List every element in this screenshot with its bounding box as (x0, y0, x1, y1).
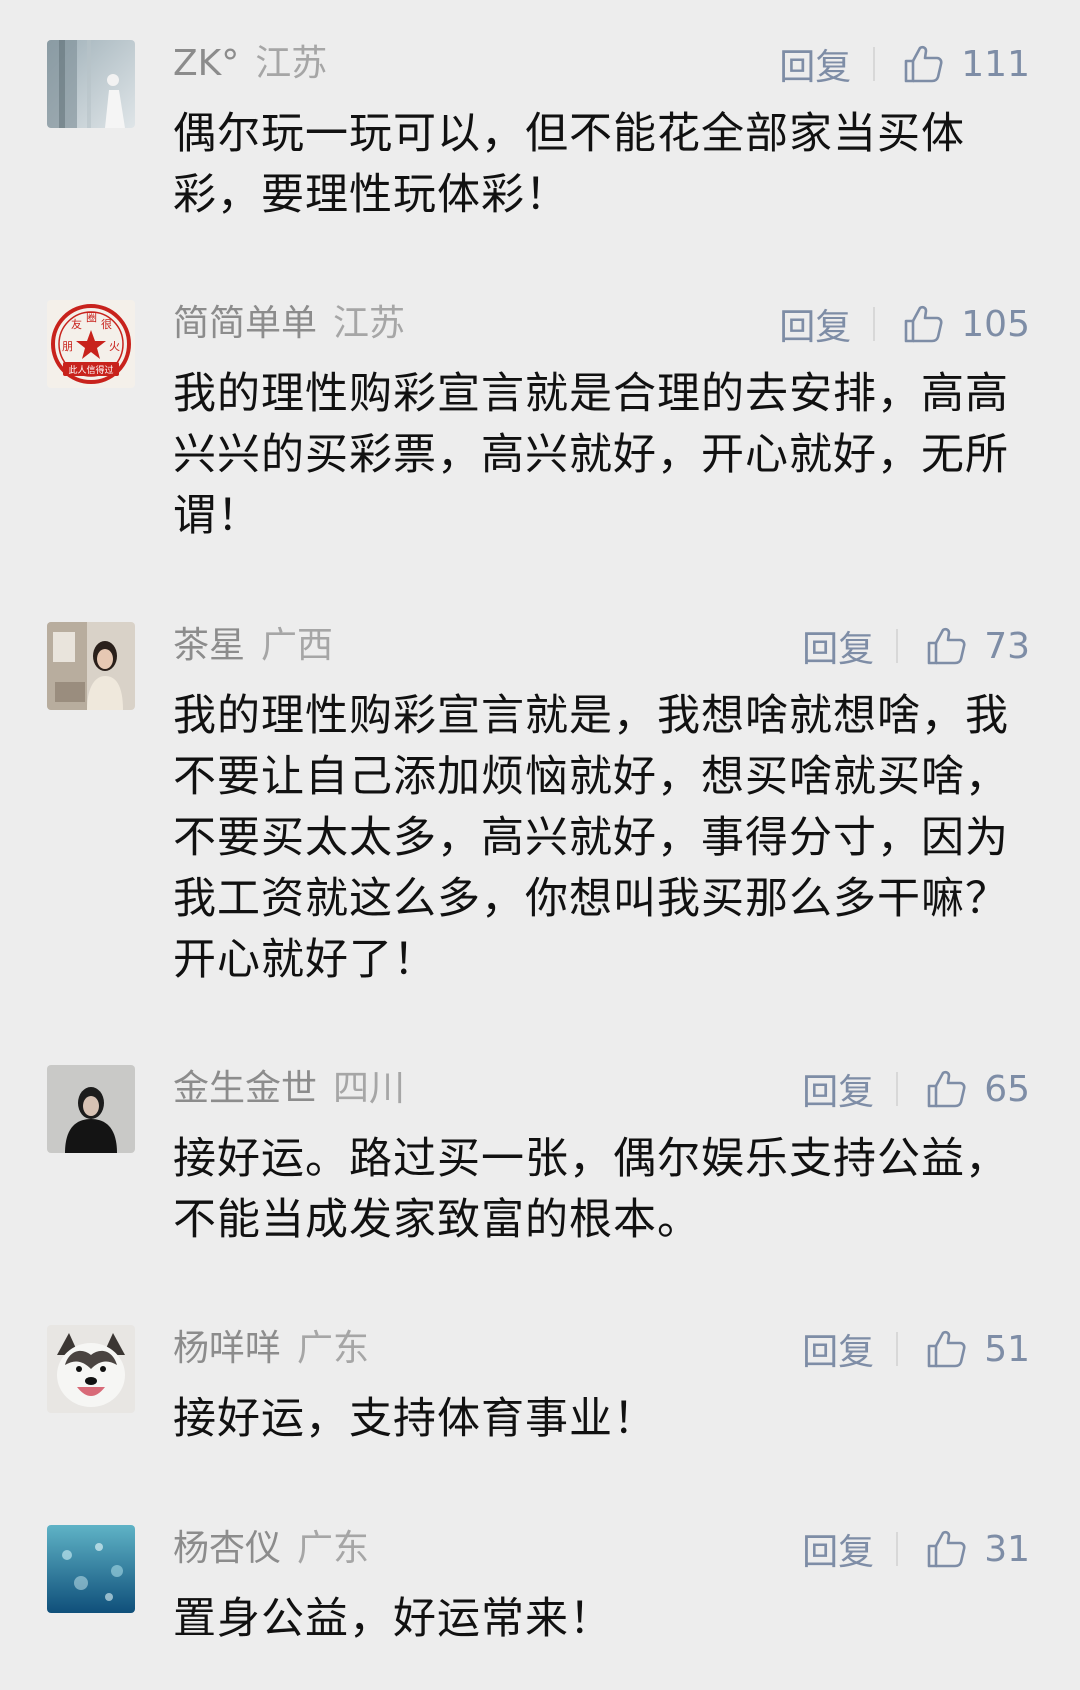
username[interactable]: 杨杏仪 (173, 1528, 281, 1569)
divider (896, 1332, 899, 1366)
stamp-text: 此人信得过 (68, 364, 113, 376)
stamp-char-2: 圈 (86, 311, 97, 324)
avatar[interactable]: 友 圈 很 朋 火 此人信得过 (47, 300, 135, 388)
sea-avatar-icon (47, 1525, 135, 1613)
thumbs-up-icon (927, 1330, 966, 1368)
avatar[interactable] (47, 1325, 135, 1413)
comment-text: 接好运。路过买一张，偶尔娱乐支持公益，不能当成发家致富的根本。 (173, 1134, 1009, 1245)
location: 广东 (297, 1528, 370, 1569)
location: 江苏 (333, 303, 406, 344)
user-avatar-icon (47, 622, 135, 710)
like-button[interactable]: 51 (924, 1327, 1030, 1371)
location: 四川 (333, 1068, 406, 1109)
reply-button[interactable]: 回复 (802, 1323, 874, 1375)
like-button[interactable]: 111 (901, 42, 1030, 86)
comment-actions: 回复 65 (802, 1067, 1030, 1114)
username[interactable]: ZK° (173, 43, 239, 84)
like-count: 65 (984, 1068, 1030, 1110)
location: 广西 (261, 625, 334, 666)
avatar[interactable] (47, 622, 135, 710)
divider (896, 629, 899, 663)
location: 江苏 (255, 43, 328, 84)
user-avatar-icon (47, 40, 135, 128)
reply-button[interactable]: 回复 (802, 1523, 874, 1575)
comment-text: 我的理性购彩宣言就是，我想啥就想啥，我不要让自己添加烦恼就好，想买啥就买啥，不要… (173, 691, 1009, 985)
divider (896, 1532, 899, 1566)
like-count: 105 (961, 303, 1030, 345)
comment-text: 接好运，支持体育事业！ (173, 1394, 657, 1444)
thumbs-up-icon (927, 1530, 966, 1568)
like-count: 51 (984, 1328, 1030, 1370)
like-button[interactable]: 73 (924, 624, 1030, 668)
like-count: 31 (984, 1528, 1030, 1570)
reply-button[interactable]: 回复 (802, 620, 874, 672)
reply-button[interactable]: 回复 (779, 298, 851, 350)
avatar[interactable] (47, 1525, 135, 1613)
username[interactable]: 金生金世 (173, 1068, 317, 1109)
username[interactable]: 杨咩咩 (173, 1328, 281, 1369)
comment-text: 偶尔玩一玩可以，但不能花全部家当买体彩，要理性玩体彩！ (173, 109, 965, 220)
comment-meta: 茶星 广西 (173, 624, 333, 668)
stamp-char-4: 朋 (62, 340, 73, 353)
dog-avatar-icon (47, 1325, 135, 1413)
username[interactable]: 简简单单 (173, 303, 317, 344)
reply-button[interactable]: 回复 (802, 1063, 874, 1115)
comment-actions: 回复 105 (779, 302, 1030, 349)
like-count: 111 (961, 43, 1030, 85)
like-button[interactable]: 105 (901, 302, 1030, 346)
comment-meta: ZK° 江苏 (173, 42, 327, 86)
thumbs-up-icon (927, 1070, 966, 1108)
username[interactable]: 茶星 (173, 625, 245, 666)
comment-actions: 回复 31 (802, 1527, 1030, 1574)
comment-list: ZK° 江苏 回复 111 偶尔玩一玩可以，但不能花全部家当买体彩，要理性玩体彩！ (0, 0, 1080, 1690)
reply-button[interactable]: 回复 (779, 38, 851, 90)
avatar[interactable] (47, 40, 135, 128)
user-avatar-icon (47, 1065, 135, 1153)
comment-actions: 回复 111 (779, 42, 1030, 89)
divider (873, 47, 876, 81)
like-button[interactable]: 65 (924, 1067, 1030, 1111)
like-button[interactable]: 31 (924, 1527, 1030, 1571)
avatar[interactable] (47, 1065, 135, 1153)
comment-text: 置身公益，好运常来！ (173, 1594, 613, 1644)
divider (873, 307, 876, 341)
thumbs-up-icon (927, 627, 966, 665)
stamp-char-1: 友 (71, 317, 82, 331)
divider (896, 1072, 899, 1106)
comment-actions: 回复 73 (802, 624, 1030, 671)
stamp-avatar-icon: 友 圈 很 朋 火 此人信得过 (47, 300, 135, 388)
comment-meta: 杨杏仪 广东 (173, 1527, 369, 1571)
stamp-char-3: 很 (101, 317, 112, 331)
comment-meta: 金生金世 四川 (173, 1067, 405, 1111)
thumbs-up-icon (904, 305, 943, 343)
stamp-char-5: 火 (109, 340, 120, 353)
comment-text: 我的理性购彩宣言就是合理的去安排，高高兴兴的买彩票，高兴就好，开心就好，无所谓！ (173, 369, 1009, 541)
thumbs-up-icon (904, 45, 943, 83)
comment-actions: 回复 51 (802, 1327, 1030, 1374)
like-count: 73 (984, 625, 1030, 667)
comment-meta: 简简单单 江苏 (173, 302, 405, 346)
comment-meta: 杨咩咩 广东 (173, 1327, 369, 1371)
location: 广东 (297, 1328, 370, 1369)
